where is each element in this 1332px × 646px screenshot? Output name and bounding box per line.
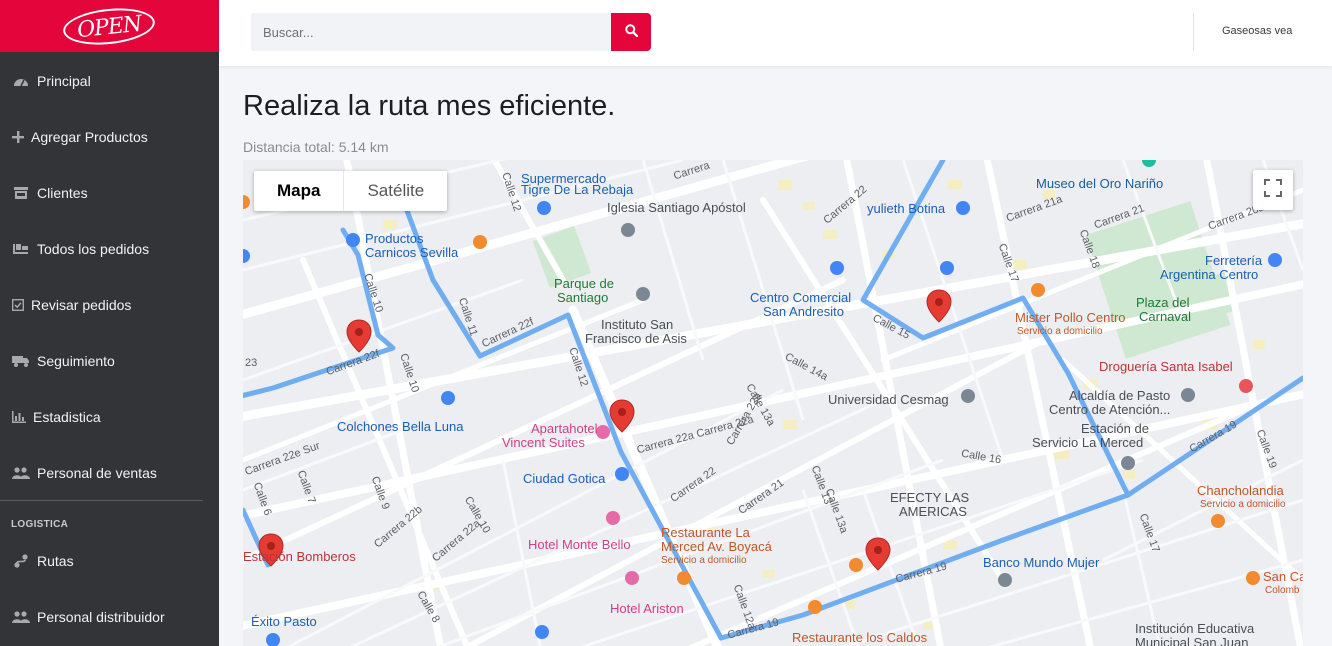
place-label: Banco Mundo Mujer [983,555,1100,570]
logo-text: OPEN [61,3,158,49]
place-label: Municipal San Juan [1135,635,1249,646]
place-label: Universidad Cesmag [828,392,949,407]
place-label: Servicio a domicilio [1200,499,1286,510]
place-label: Iglesia Santiago Apóstol [607,200,746,215]
place-label: Argentina Centro [1160,267,1259,282]
place-label: Instituto San [601,317,674,332]
sidebar-item-estadistica[interactable]: Estadistica [0,397,219,437]
place-label: Colomb [1265,585,1300,596]
place-label: Colchones Bella Luna [337,419,464,434]
place-label: Restaurante los Caldos [792,630,928,645]
place-label: Carnicos Sevilla [365,245,459,260]
place-label: Estación Bomberos [243,549,356,564]
sidebar-item-rutas[interactable]: Rutas [0,541,219,581]
place-label: yulieth Botina [867,201,946,216]
place-label: Productos [365,231,424,246]
place-label: Vincent Suites [502,435,585,450]
dashboard-icon [11,74,31,88]
map-type-mapa-button[interactable]: Mapa [254,171,345,211]
place-label: San Andresito [763,304,844,319]
sidebar-item-personal-de-ventas[interactable]: Personal de ventas [0,453,219,493]
bar-chart-icon [11,410,27,424]
place-label: Francisco de Asis [585,331,687,346]
place-label: Apartahotel [531,421,598,436]
place-label: EFECTY LAS [890,490,970,505]
street-label: 23 [245,357,258,369]
top-header: Gaseosas vea [219,0,1332,66]
map-type-control: Mapa Satélite [254,171,448,211]
place-label: Ciudad Gotica [523,471,606,486]
place-label: Plaza del [1136,295,1190,310]
place-label: Museo del Oro Nariño [1036,176,1164,191]
user-name[interactable]: Gaseosas vea [1222,25,1292,37]
sidebar-item-label: Personal de ventas [37,465,157,481]
store-icon [11,186,31,200]
search-bar [251,13,651,51]
place-label: Institución Educativa [1135,621,1255,636]
place-label: Chancholandia [1197,483,1284,498]
users-icon [11,466,31,480]
place-label: Estación de [1081,421,1149,436]
place-label: Centro de Atención... [1049,402,1171,417]
place-label: Hotel Monte Bello [528,537,631,552]
search-button[interactable] [611,13,651,51]
page-title: Realiza la ruta mes eficiente. [243,90,616,122]
sidebar-item-label: Rutas [37,553,74,569]
place-label: Alcaldía de Pasto [1069,388,1171,403]
users-icon [11,610,31,624]
sidebar-item-label: Clientes [37,185,88,201]
sidebar-item-agregar-productos[interactable]: Agregar Productos [0,117,219,157]
sidebar-item-revisar-pedidos[interactable]: Revisar pedidos [0,285,219,325]
map-type-satelite-button[interactable]: Satélite [344,171,447,211]
sidebar-item-label: Estadistica [33,409,101,425]
place-label: Éxito Pasto [251,614,317,629]
plus-icon [11,130,25,144]
sidebar: OPEN Principal Agregar Productos Cliente… [0,0,219,646]
place-label: Restaurante La [661,525,750,540]
sidebar-item-label: Todos los pedidos [37,241,150,257]
place-label: Santiago [557,290,609,305]
place-label: Mister Pollo Centro [1015,310,1126,325]
sidebar-item-label: Personal distribuidor [37,609,165,625]
place-label: San Ca [1263,569,1303,584]
sidebar-section-label: LOGISTICA [11,519,69,530]
truck-list-icon [11,242,31,256]
place-label: Tigre De La Rebaja [521,182,634,197]
route-map[interactable]: Supermercado Tigre De La Rebaja Iglesia … [243,160,1303,646]
place-label: Servicio a domicilio [1017,326,1103,337]
sidebar-item-seguimiento[interactable]: Seguimiento [0,341,219,381]
place-label: Hotel Ariston [610,601,684,616]
place-label: Carnaval [1139,309,1192,324]
sidebar-item-label: Principal [37,73,91,89]
sidebar-item-label: Seguimiento [37,353,115,369]
header-divider [1193,13,1194,51]
search-input[interactable] [251,13,611,51]
search-icon [624,24,638,40]
sidebar-item-personal-distribuidor[interactable]: Personal distribuidor [0,597,219,637]
place-label: Centro Comercial [750,290,852,305]
sidebar-item-clientes[interactable]: Clientes [0,173,219,213]
place-label: Droguería Santa Isabel [1099,359,1233,374]
route-icon [11,554,31,568]
fullscreen-button[interactable] [1253,170,1293,210]
place-label: AMERICAS [899,504,967,519]
place-label: Parque de [554,276,614,291]
place-label: Servicio La Merced [1032,435,1144,450]
total-distance: Distancia total: 5.14 km [243,139,389,155]
checkbox-icon [11,298,25,312]
sidebar-item-principal[interactable]: Principal [0,61,219,101]
sidebar-divider [0,500,203,501]
truck-icon [11,354,31,368]
fullscreen-icon [1264,178,1282,202]
sidebar-item-label: Agregar Productos [31,129,148,145]
logo[interactable]: OPEN [0,0,219,52]
sidebar-item-label: Revisar pedidos [31,297,132,313]
place-label: Ferretería [1205,253,1263,268]
sidebar-item-todos-los-pedidos[interactable]: Todos los pedidos [0,229,219,269]
place-label: Servicio a domicilio [661,555,747,566]
place-label: Merced Av. Boyacá [661,539,772,554]
